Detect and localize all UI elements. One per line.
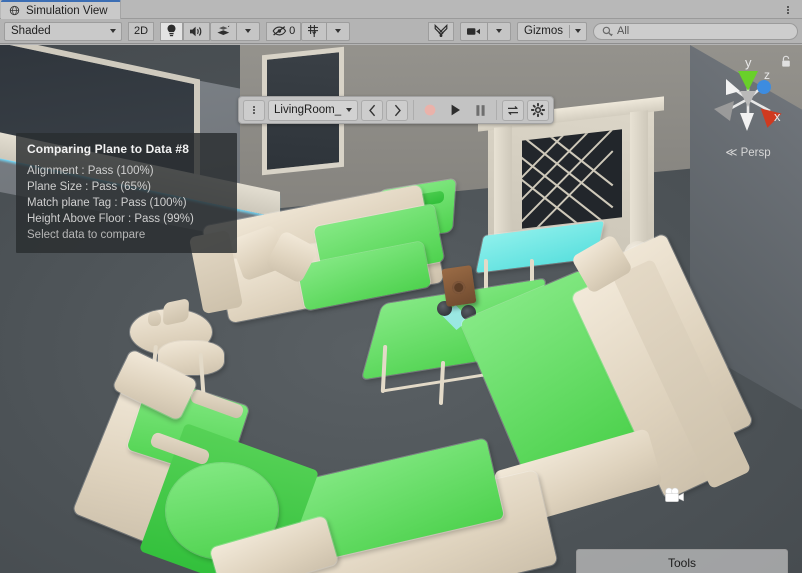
overlay-hint: Select data to compare — [27, 229, 146, 241]
gizmos-label: Gizmos — [524, 25, 563, 37]
overlay-row-height-above-floor: Height Above Floor : Pass (99%) — [27, 213, 194, 225]
table-ornament — [148, 311, 161, 326]
padlock-icon[interactable] — [780, 55, 792, 68]
hidden-objects-count: 0 — [289, 25, 296, 37]
tab-simulation-view[interactable]: Simulation View — [1, 0, 121, 19]
overlay-row-alignment: Alignment : Pass (100%) — [27, 165, 154, 177]
scene-orientation-gizmo[interactable]: y x z ≪ Persp — [700, 51, 796, 163]
fx-layers-icon — [216, 25, 231, 38]
settings-button[interactable] — [527, 99, 549, 121]
draw-mode-dropdown[interactable]: Shaded — [4, 21, 122, 41]
toggle-audio-button[interactable] — [183, 21, 211, 41]
overlay-row-plane-size: Plane Size : Pass (65%) — [27, 181, 152, 193]
globe-icon — [9, 5, 20, 16]
living-room-3d-scene — [0, 45, 802, 573]
tab-label: Simulation View — [26, 4, 108, 17]
overlay-title: Comparing Plane to Data #8 — [27, 142, 189, 156]
chevron-right-icon — [393, 104, 402, 117]
chevron-down-icon — [110, 29, 116, 33]
scene-name-label: LivingRoom_1: — [274, 104, 342, 116]
record-icon — [423, 103, 437, 117]
scene-selector-dropdown[interactable]: LivingRoom_1: — [268, 99, 358, 121]
grid-snap-button[interactable] — [301, 21, 328, 41]
tools-panel-title: Tools — [667, 556, 696, 570]
projection-mode-text: Persp — [740, 147, 771, 159]
gizmo-axis-x-label: x — [774, 109, 781, 124]
pause-icon — [475, 104, 486, 117]
tab-strip: Simulation View — [0, 0, 802, 19]
effects-dropdown-arrow[interactable] — [237, 21, 261, 41]
search-icon — [602, 26, 613, 37]
grid-dropdown-arrow[interactable] — [327, 21, 351, 41]
chevron-down-icon — [346, 108, 352, 112]
speaker-icon — [189, 25, 204, 38]
overlay-row-match-plane-tag: Match plane Tag : Pass (100%) — [27, 197, 187, 209]
loop-icon — [506, 104, 520, 117]
draw-mode-label: Shaded — [11, 25, 51, 37]
simulation-play-controls: LivingRoom_1: — [238, 96, 554, 124]
toggle-2d-button[interactable]: 2D — [128, 21, 155, 41]
scene-toolbar: Shaded 2D 0 Gizmos All — [0, 19, 802, 44]
chevron-down-icon — [245, 29, 252, 33]
camera-icon — [466, 26, 482, 37]
robot — [441, 265, 477, 307]
gizmos-dropdown[interactable]: Gizmos — [517, 21, 587, 41]
gizmo-projection-label[interactable]: ≪ Persp — [700, 145, 796, 159]
camera-dropdown-arrow[interactable] — [488, 21, 512, 41]
playbar-menu-button[interactable] — [243, 99, 265, 121]
previous-scene-button[interactable] — [361, 99, 383, 121]
chevron-down-icon — [575, 29, 581, 33]
robot-lens — [451, 280, 467, 295]
next-scene-button[interactable] — [386, 99, 408, 121]
plane-comparison-overlay: Comparing Plane to Data #8 Alignment : P… — [16, 133, 237, 253]
divider — [496, 100, 497, 120]
eye-slash-icon — [272, 25, 287, 37]
camera-dropdown-group — [460, 21, 512, 41]
grid-dropdown-group — [301, 21, 351, 41]
scene-camera-button[interactable] — [460, 21, 489, 41]
play-button[interactable] — [444, 100, 466, 121]
two-d-label: 2D — [134, 25, 149, 37]
gizmo-axis-z-label: z — [764, 68, 770, 82]
tools-panel: Tools — [576, 549, 788, 573]
search-input[interactable]: All — [593, 22, 798, 40]
divider — [413, 100, 414, 120]
toggle-effects-button[interactable] — [210, 21, 238, 41]
lightbulb-icon — [166, 24, 177, 38]
gear-icon — [531, 103, 545, 117]
toggle-lighting-button[interactable] — [160, 21, 184, 41]
chevron-down-icon — [496, 29, 503, 33]
window-kebab-menu-icon[interactable] — [777, 1, 799, 18]
tools-icon — [434, 24, 448, 38]
tools-button[interactable] — [428, 21, 455, 41]
unity-simulation-view-window: Simulation View Shaded 2D 0 Gizmos All L… — [0, 0, 802, 573]
effects-dropdown-group — [210, 21, 261, 41]
play-icon — [449, 103, 462, 117]
loop-button[interactable] — [502, 99, 524, 121]
scene-viewport[interactable]: LivingRoom_1: — [0, 45, 802, 573]
fireplace-grate — [522, 129, 622, 229]
record-button[interactable] — [419, 100, 441, 121]
hidden-objects-button[interactable]: 0 — [266, 21, 302, 41]
grid-snap-icon — [307, 24, 321, 38]
pause-button[interactable] — [469, 100, 491, 121]
chevron-left-icon — [368, 104, 377, 117]
gizmos-dropdown-arrow[interactable] — [570, 29, 586, 33]
search-placeholder-text: All — [617, 25, 630, 37]
gizmo-axis-y-label: y — [745, 55, 752, 70]
fireplace-column-right — [630, 110, 648, 253]
camera-gizmo-icon[interactable] — [661, 486, 687, 506]
chevron-down-icon — [335, 29, 342, 33]
